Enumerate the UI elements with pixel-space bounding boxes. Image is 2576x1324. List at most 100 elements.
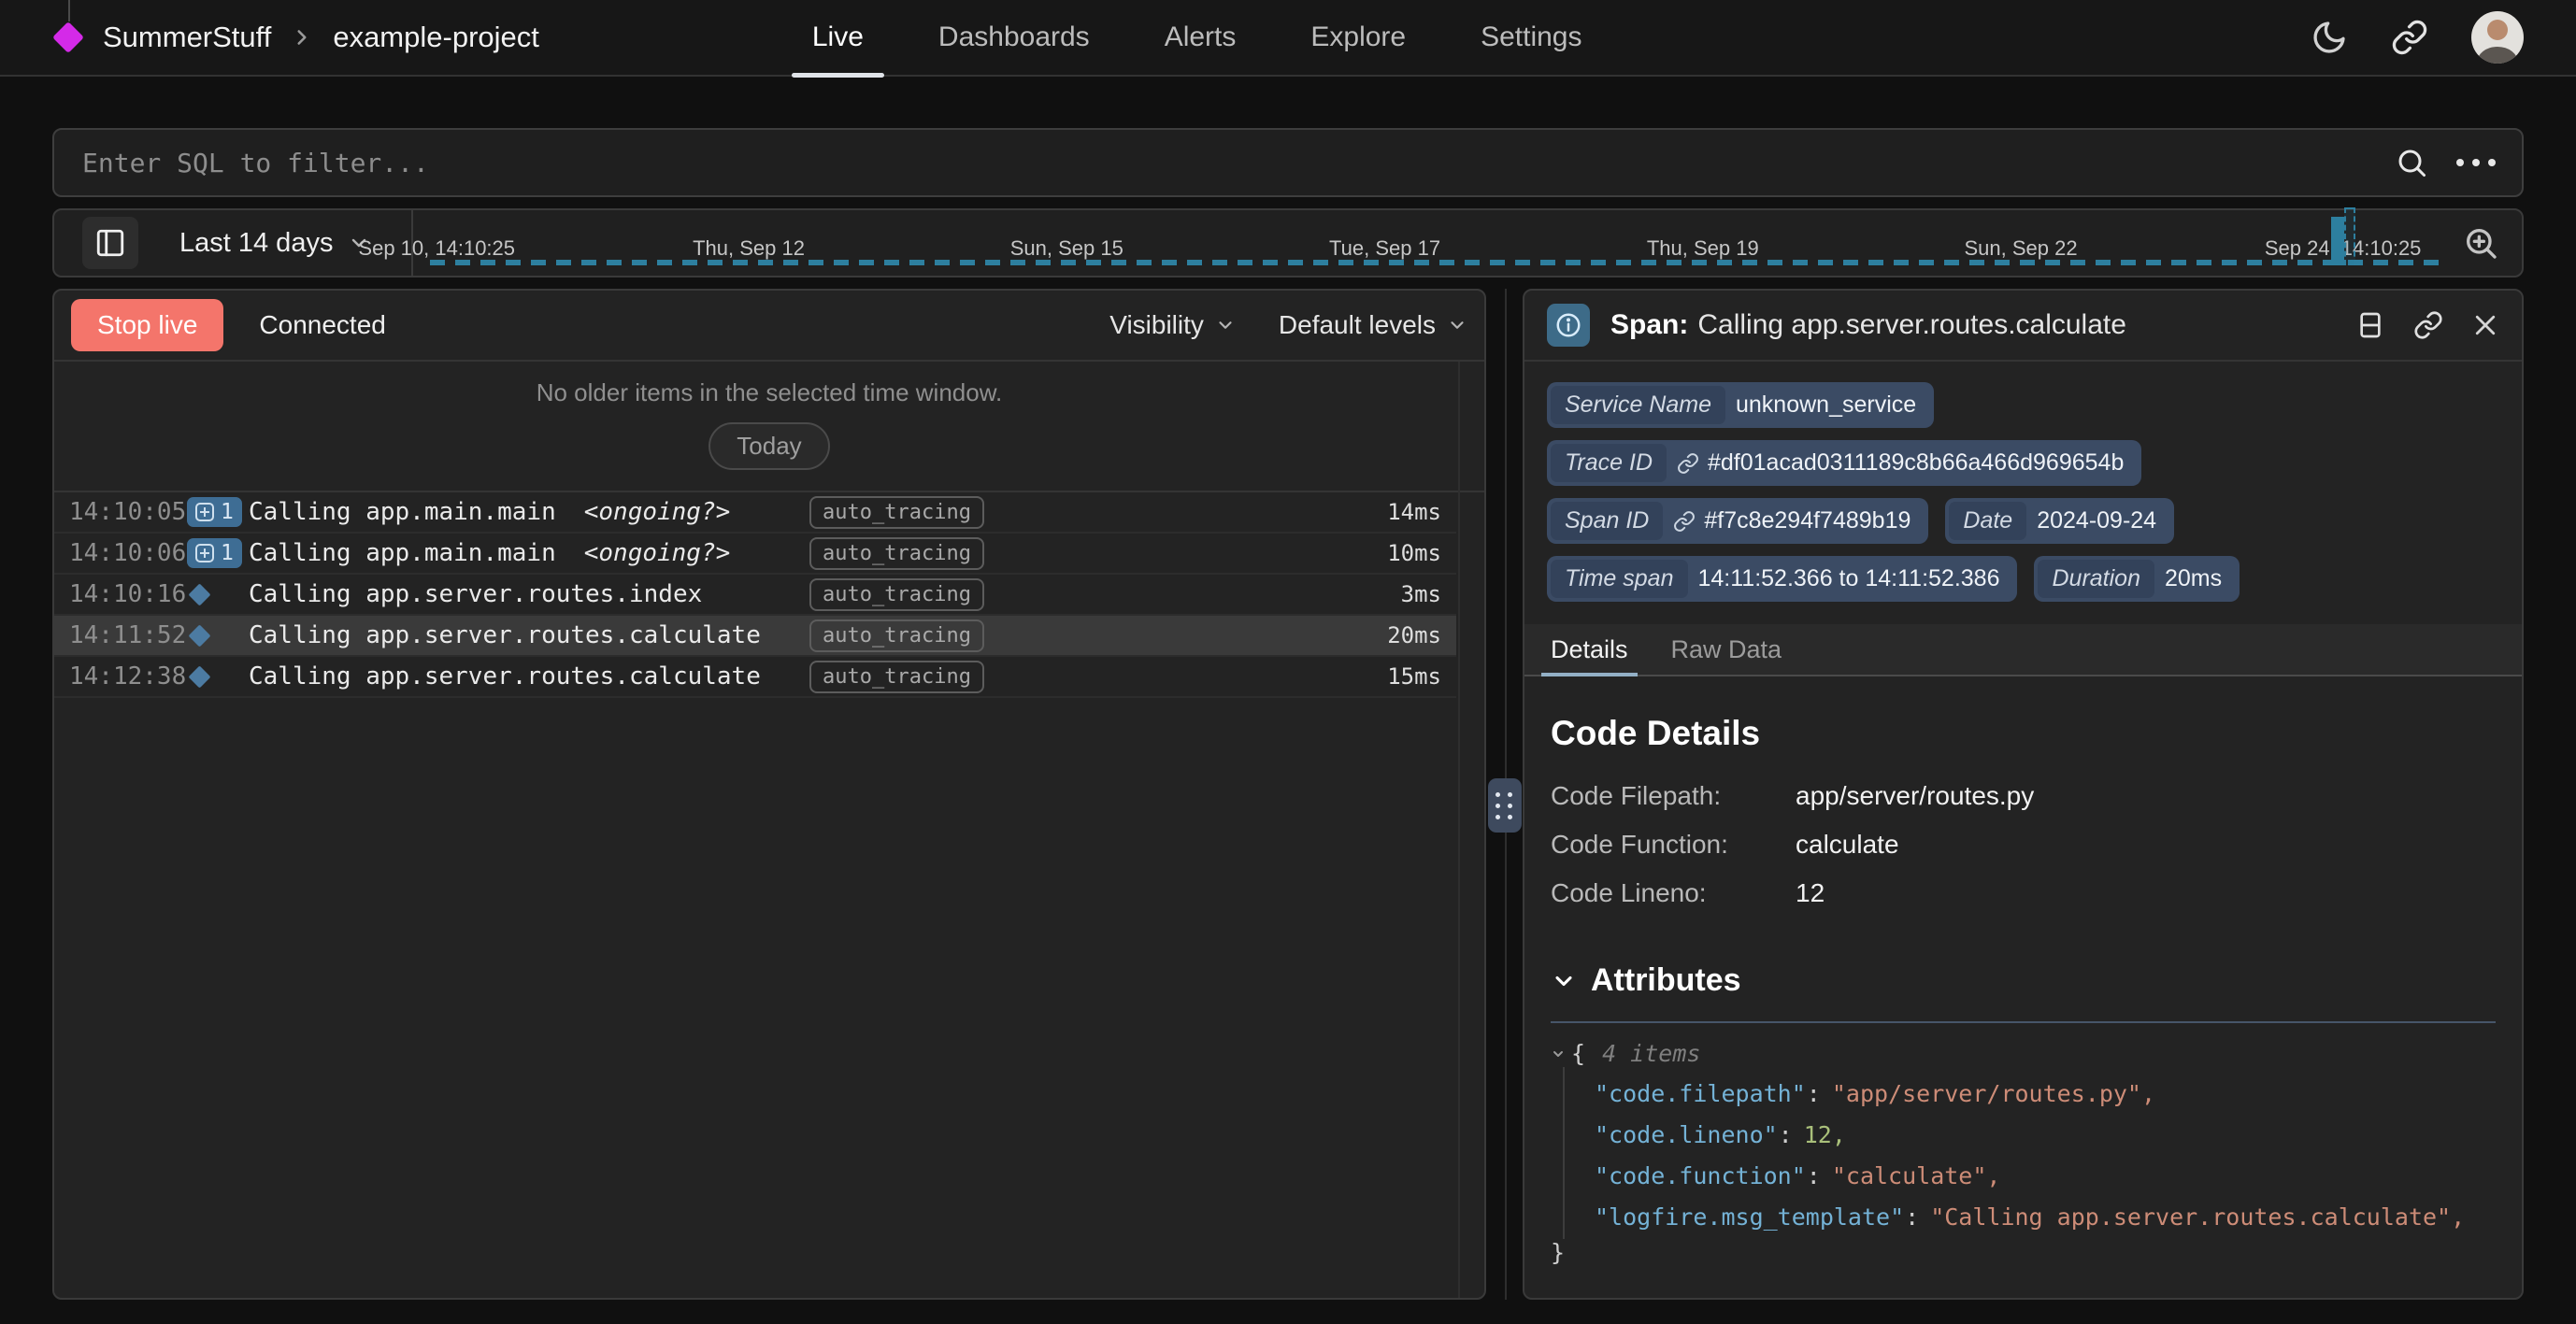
panel-splitter[interactable] [1486, 289, 1523, 1300]
json-root[interactable]: { 4 items [1551, 1040, 2496, 1067]
timeline-activity-spike [2331, 207, 2355, 265]
tab-live[interactable]: Live [812, 0, 864, 76]
span-row[interactable]: 14:10:06 1 Calling app.main.main<ongoing… [54, 534, 1456, 575]
live-panel: Stop live Connected Visibility Default l… [52, 289, 1486, 1300]
tab-dashboards[interactable]: Dashboards [938, 0, 1090, 76]
zoom-in-icon[interactable] [2462, 224, 2499, 262]
logo-tail [68, 0, 70, 21]
link-icon [1677, 452, 1699, 475]
span-row[interactable]: 14:12:38 Calling app.server.routes.calcu… [54, 657, 1456, 698]
row-duration: 20ms [1355, 622, 1441, 648]
tab-explore[interactable]: Explore [1310, 0, 1406, 76]
row-message: Calling app.main.main<ongoing?> [249, 498, 809, 526]
user-avatar[interactable] [2471, 11, 2524, 64]
timeline-tick: Thu, Sep 12 [693, 236, 805, 263]
default-levels-dropdown[interactable]: Default levels [1279, 310, 1467, 340]
collapsed-trace-badge[interactable]: 1 [187, 497, 242, 527]
detail-header: Span:Calling app.server.routes.calculate [1524, 291, 2522, 362]
chevron-down-icon [1215, 315, 1236, 335]
collapsed-trace-badge[interactable]: 1 [187, 538, 242, 568]
expand-plus-icon [195, 544, 214, 562]
row-tag: auto_tracing [809, 501, 968, 524]
row-kind[interactable]: 1 [187, 497, 249, 527]
code-details-heading: Code Details [1551, 714, 2496, 753]
row-timestamp: 14:12:38 [69, 662, 187, 690]
span-detail-panel: Span:Calling app.server.routes.calculate [1523, 289, 2524, 1300]
row-message: Calling app.server.routes.calculate [249, 621, 809, 649]
timeline-tick: Thu, Sep 19 [1647, 236, 1759, 263]
main-tabs: Live Dashboards Alerts Explore Settings [812, 0, 1582, 76]
sidebar-toggle-icon[interactable] [82, 217, 138, 269]
share-link-icon[interactable] [2391, 19, 2428, 56]
splitter-grip-icon[interactable] [1488, 778, 1522, 833]
close-icon[interactable] [2471, 311, 2499, 339]
logfire-logo-icon [52, 21, 84, 53]
code-detail-row: Code Function: calculate [1551, 830, 2496, 860]
span-row[interactable]: 14:10:16 Calling app.server.routes.index… [54, 575, 1456, 616]
top-nav: SummerStuff example-project Live Dashboa… [0, 0, 2576, 77]
visibility-dropdown[interactable]: Visibility [1109, 310, 1236, 340]
sql-filter-input[interactable] [80, 147, 2395, 179]
tab-settings[interactable]: Settings [1481, 0, 1581, 76]
breadcrumb-project[interactable]: example-project [333, 21, 539, 54]
span-diamond-icon [188, 624, 210, 647]
span-row-selected[interactable]: 14:11:52 Calling app.server.routes.calcu… [54, 616, 1456, 657]
attributes-divider [1551, 1021, 2496, 1023]
tab-details[interactable]: Details [1551, 624, 1628, 675]
activity-timeline[interactable]: Sep 10, 14:10:25 Thu, Sep 12 Sun, Sep 15… [426, 210, 2440, 276]
tab-raw-data[interactable]: Raw Data [1671, 624, 1782, 675]
link-icon [1673, 510, 1696, 533]
row-tag: auto_tracing [809, 542, 968, 565]
info-icon [1547, 304, 1590, 347]
row-kind [187, 669, 249, 685]
today-button[interactable]: Today [708, 422, 829, 470]
row-tag: auto_tracing [809, 665, 968, 689]
trace-id-chip[interactable]: Trace ID #df01acad0311189c8b66a466d96965… [1547, 440, 2141, 486]
row-message: Calling app.main.main<ongoing?> [249, 539, 809, 567]
chevron-down-icon [1551, 968, 1577, 994]
copy-link-icon[interactable] [2413, 310, 2443, 340]
span-meta-chips: Service Name unknown_service Trace ID #d… [1524, 362, 2522, 609]
search-icon[interactable] [2395, 146, 2428, 179]
more-options-icon[interactable] [2456, 159, 2496, 166]
main-content: Last 14 days Sep 10, 14:10:25 Thu, Sep 1… [0, 128, 2576, 1300]
dark-mode-moon-icon[interactable] [2311, 19, 2348, 56]
timeline-tick: Sep 10, 14:10:25 [358, 236, 515, 263]
panels: Stop live Connected Visibility Default l… [52, 289, 2524, 1300]
span-row[interactable]: 14:10:05 1 Calling app.main.main<ongoing… [54, 492, 1456, 534]
ongoing-label: <ongoing?> [584, 498, 731, 526]
service-name-chip: Service Name unknown_service [1547, 382, 1934, 428]
detail-actions [2355, 310, 2499, 340]
breadcrumb-separator-icon [290, 25, 314, 50]
timeline-tick: Sun, Sep 15 [1010, 236, 1123, 263]
row-kind [187, 587, 249, 603]
span-id-chip[interactable]: Span ID #f7c8e294f7489b19 [1547, 498, 1928, 544]
timeline-bar: Last 14 days Sep 10, 14:10:25 Thu, Sep 1… [52, 208, 2524, 278]
expand-plus-icon [195, 503, 214, 521]
row-tag: auto_tracing [809, 583, 968, 606]
row-duration: 15ms [1355, 663, 1441, 690]
detail-tabs: Details Raw Data [1524, 624, 2522, 676]
collapse-icon [1551, 1046, 1566, 1061]
time-range-select[interactable]: Last 14 days [179, 228, 370, 259]
split-view-icon[interactable] [2355, 310, 2385, 340]
json-entry: "logfire.msg_template":"Calling app.serv… [1595, 1196, 2496, 1237]
tab-alerts[interactable]: Alerts [1165, 0, 1237, 76]
sql-filter-bar [52, 128, 2524, 197]
code-detail-row: Code Filepath: app/server/routes.py [1551, 781, 2496, 811]
row-kind[interactable]: 1 [187, 538, 249, 568]
attributes-heading[interactable]: Attributes [1551, 962, 2496, 999]
row-timestamp: 14:11:52 [69, 621, 187, 649]
empty-state-message: No older items in the selected time wind… [54, 378, 1484, 407]
date-chip: Date 2024-09-24 [1945, 498, 2174, 544]
row-kind [187, 628, 249, 644]
stop-live-button[interactable]: Stop live [71, 299, 223, 351]
row-duration: 14ms [1355, 499, 1441, 525]
span-diamond-icon [188, 665, 210, 688]
span-diamond-icon [188, 583, 210, 605]
breadcrumb-org[interactable]: SummerStuff [103, 21, 271, 54]
duration-chip: Duration 20ms [2034, 556, 2240, 602]
row-duration: 10ms [1355, 540, 1441, 566]
attributes-json: { 4 items "code.filepath":"app/server/ro… [1551, 1040, 2496, 1266]
logo[interactable] [52, 0, 84, 76]
